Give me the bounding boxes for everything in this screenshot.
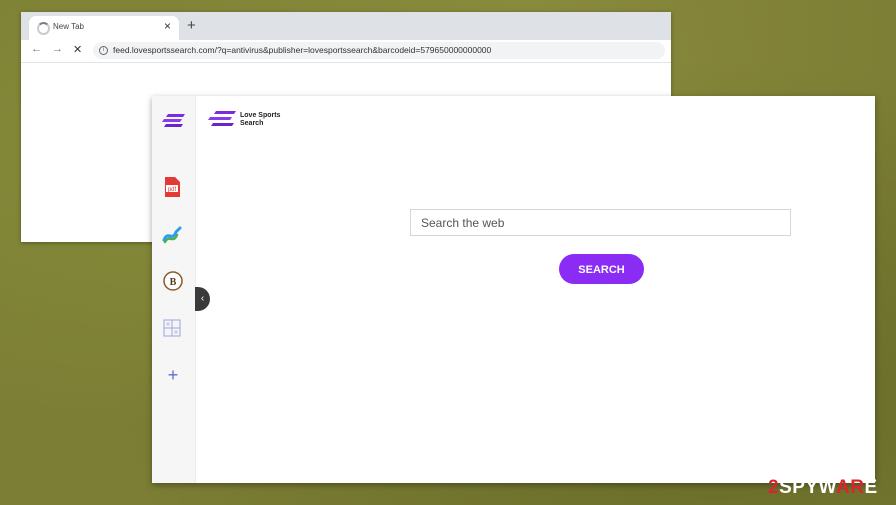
watermark-logo: 2SPYWARE [768,477,878,498]
tab-new-tab[interactable]: New Tab × [29,16,179,40]
stop-loading-icon[interactable]: ✕ [73,43,82,56]
search-button[interactable]: SEARCH [559,254,644,284]
sidebar-item-apps[interactable] [162,318,184,340]
sidebar: pdf B + [152,96,196,483]
close-tab-icon[interactable]: × [164,19,171,33]
tab-title: New Tab [53,22,84,31]
brand-logo-icon [208,111,236,126]
stock-chart-icon [162,226,182,244]
sidebar-brand-icon[interactable] [162,112,185,134]
add-shortcut-icon[interactable]: + [162,364,184,386]
sidebar-item-stocks[interactable] [162,224,184,246]
loading-spinner-icon [37,22,50,35]
url-text[interactable]: feed.lovesportssearch.com/?q=antivirus&p… [113,45,491,55]
new-tab-page: pdf B + ‹ Love Sports Search Search the … [152,96,875,483]
sidebar-item-crypto[interactable]: B [162,270,184,292]
pdf-icon: pdf [165,177,180,197]
new-tab-button[interactable]: + [187,17,196,34]
back-icon[interactable]: ← [31,43,42,55]
info-icon[interactable]: i [99,46,108,55]
search-input[interactable] [411,210,790,235]
sidebar-collapse-toggle[interactable]: ‹ [195,287,210,311]
brand-name: Love Sports Search [240,112,281,127]
address-bar[interactable]: i feed.lovesportssearch.com/?q=antivirus… [93,42,665,59]
tab-strip: New Tab × + [21,12,671,40]
search-field[interactable] [410,209,791,236]
svg-text:pdf: pdf [168,187,177,193]
grid-icon [163,319,181,337]
browser-toolbar: ← → ✕ i feed.lovesportssearch.com/?q=ant… [21,40,671,63]
bitcoin-icon: B [163,271,183,291]
svg-text:B: B [170,277,177,288]
sidebar-item-pdf[interactable]: pdf [162,176,184,198]
brand-logo[interactable]: Love Sports Search [207,109,287,131]
forward-icon[interactable]: → [52,43,63,55]
